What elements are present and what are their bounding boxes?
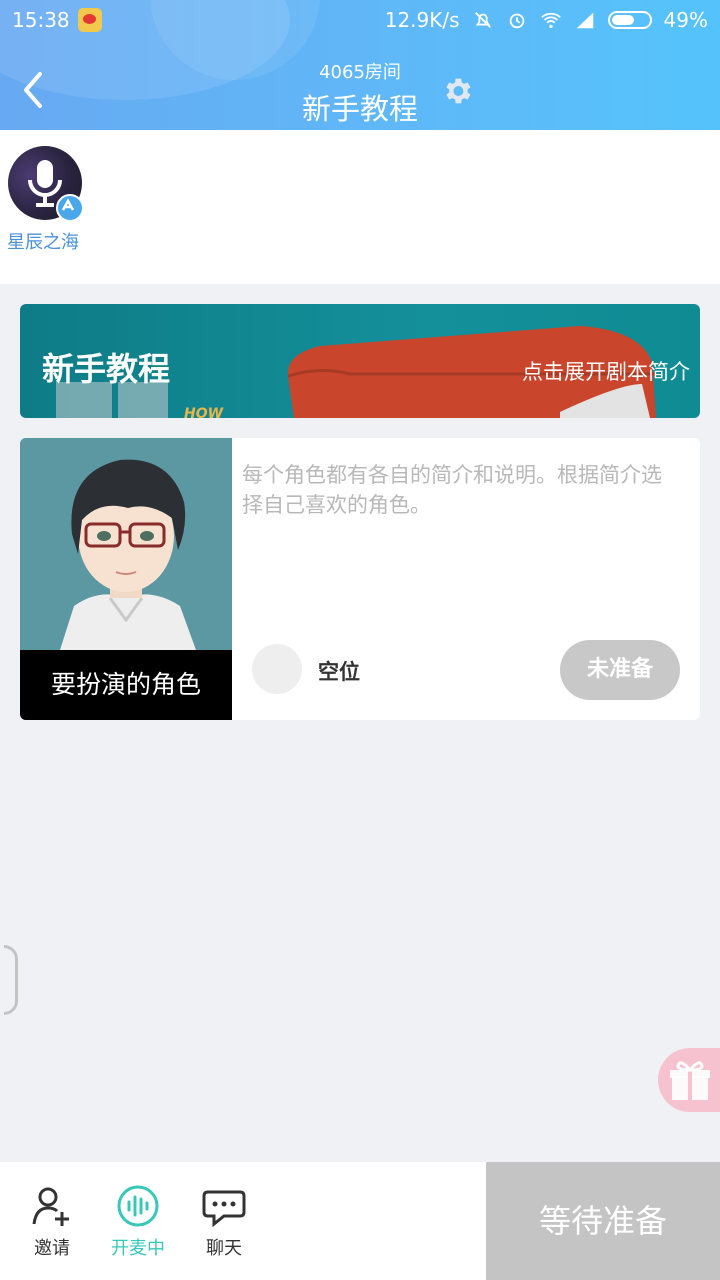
- room-number: 4065房间: [319, 62, 401, 83]
- role-portrait[interactable]: 要扮演的角色: [20, 438, 232, 720]
- chat-bubble-icon: [202, 1190, 246, 1228]
- tab-invite[interactable]: 邀请: [12, 1184, 92, 1260]
- tab-chat[interactable]: 聊天: [184, 1184, 264, 1260]
- tab-mic[interactable]: 开麦中: [98, 1184, 178, 1260]
- wait-ready-button[interactable]: 等待准备: [486, 1162, 720, 1280]
- battery-icon: [607, 11, 652, 29]
- status-bar: 15:38 12.9K/s 49%: [0, 0, 720, 42]
- signal-icon: [576, 12, 593, 29]
- script-title: 新手教程: [42, 350, 171, 388]
- not-ready-button[interactable]: 未准备: [560, 640, 680, 700]
- mute-bell-icon: [474, 12, 491, 28]
- page-title: 新手教程: [301, 92, 418, 126]
- host-panel: 星辰之海: [0, 130, 720, 284]
- status-time: 15:38: [12, 8, 70, 32]
- host-badge-icon: [56, 194, 84, 222]
- host-name[interactable]: 星辰之海: [7, 228, 79, 254]
- alarm-icon: [509, 13, 524, 29]
- expand-intro-link[interactable]: 点击展开剧本简介: [522, 356, 690, 386]
- tab-invite-label: 邀请: [34, 1238, 70, 1259]
- gift-button[interactable]: [658, 1048, 720, 1112]
- tab-mic-label: 开麦中: [111, 1238, 165, 1259]
- empty-slot-avatar[interactable]: [252, 644, 302, 694]
- gear-icon[interactable]: [440, 74, 474, 108]
- character-illustration: [20, 438, 232, 650]
- header: 15:38 12.9K/s 49% 4065房间 新手教程: [0, 0, 720, 130]
- svg-text:HOW: HOW: [184, 406, 224, 418]
- gift-icon: [670, 1061, 710, 1100]
- role-card: 要扮演的角色 每个角色都有各自的简介和说明。根据简介选择自己喜欢的角色。 空位 …: [20, 438, 700, 720]
- tab-chat-label: 聊天: [206, 1238, 242, 1259]
- voice-wave-icon: [117, 1185, 159, 1227]
- weibo-app-icon: [78, 8, 102, 32]
- role-description: 每个角色都有各自的简介和说明。根据简介选择自己喜欢的角色。: [242, 463, 662, 517]
- battery-percent: 49%: [663, 8, 708, 32]
- role-caption: 要扮演的角色: [20, 650, 232, 720]
- invite-user-icon: [32, 1187, 69, 1226]
- network-speed: 12.9K/s: [384, 8, 460, 32]
- bottom-bar: 邀请 开麦中 聊天 等待准备: [0, 1162, 720, 1280]
- wifi-icon: [540, 12, 561, 29]
- status-indicators: 12.9K/s 49%: [385, 8, 708, 32]
- script-banner[interactable]: HOW 新手教程 点击展开剧本简介: [20, 304, 700, 418]
- slot-label: 空位: [318, 660, 360, 684]
- side-drawer-handle[interactable]: [4, 945, 18, 1015]
